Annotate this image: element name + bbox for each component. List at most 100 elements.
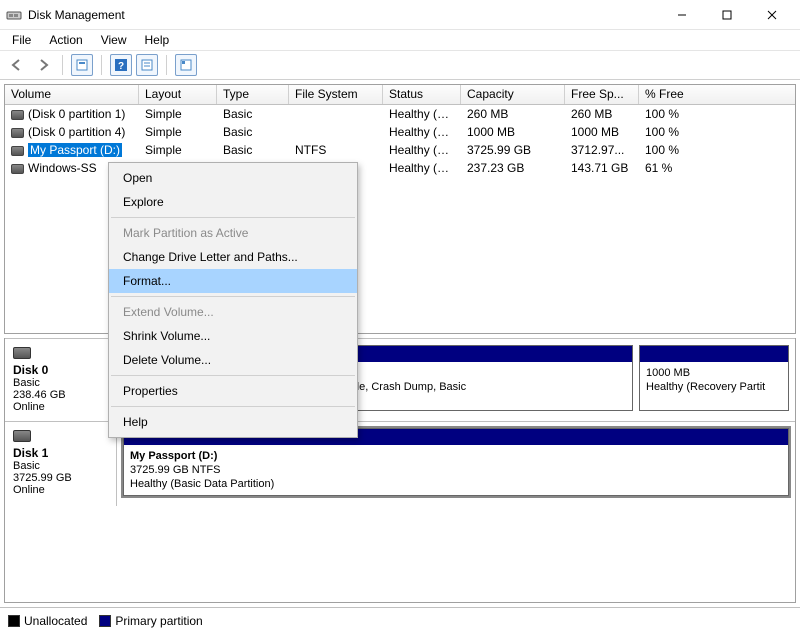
volume-name: Windows-SS bbox=[28, 161, 97, 175]
volume-name: My Passport (D:) bbox=[28, 143, 122, 157]
partition-line: 3725.99 GB NTFS bbox=[130, 463, 782, 477]
window-title: Disk Management bbox=[28, 8, 125, 22]
toolbar-separator bbox=[166, 55, 167, 75]
menu-view[interactable]: View bbox=[93, 31, 135, 49]
legend: Unallocated Primary partition bbox=[0, 607, 800, 633]
menu-file[interactable]: File bbox=[4, 31, 39, 49]
cell-free: 143.71 GB bbox=[565, 161, 639, 175]
menu-help[interactable]: Help bbox=[109, 410, 357, 434]
svg-text:?: ? bbox=[118, 61, 124, 71]
partition-line: 1000 MB bbox=[646, 366, 782, 380]
cell-capacity: 260 MB bbox=[461, 107, 565, 121]
col-capacity[interactable]: Capacity bbox=[461, 85, 565, 104]
partition-line: Healthy (Basic Data Partition) bbox=[130, 477, 782, 491]
cell-status: Healthy (B... bbox=[383, 143, 461, 157]
cell-pct: 61 % bbox=[639, 161, 733, 175]
cell-type: Basic bbox=[217, 125, 289, 139]
col-layout[interactable]: Layout bbox=[139, 85, 217, 104]
disk-name: Disk 1 bbox=[13, 446, 48, 460]
disk-label[interactable]: Disk 1 Basic 3725.99 GB Online bbox=[5, 422, 117, 506]
disk-state: Online bbox=[13, 401, 108, 413]
volume-name: (Disk 0 partition 1) bbox=[28, 107, 125, 121]
partition[interactable]: My Passport (D:) 3725.99 GB NTFS Healthy… bbox=[123, 428, 789, 496]
col-volume[interactable]: Volume bbox=[5, 85, 139, 104]
cell-pct: 100 % bbox=[639, 125, 733, 139]
col-free[interactable]: Free Sp... bbox=[565, 85, 639, 104]
disk-name: Disk 0 bbox=[13, 363, 48, 377]
menu-action[interactable]: Action bbox=[41, 31, 90, 49]
menu-format[interactable]: Format... bbox=[109, 269, 357, 293]
menu-delete[interactable]: Delete Volume... bbox=[109, 348, 357, 372]
disk-type: Basic bbox=[13, 377, 108, 389]
col-filesystem[interactable]: File System bbox=[289, 85, 383, 104]
menu-explore[interactable]: Explore bbox=[109, 190, 357, 214]
table-row[interactable]: (Disk 0 partition 1) Simple Basic Health… bbox=[5, 105, 795, 123]
toolbar-separator bbox=[101, 55, 102, 75]
close-button[interactable] bbox=[749, 0, 794, 30]
cell-status: Healthy (R... bbox=[383, 125, 461, 139]
cell-layout: Simple bbox=[139, 125, 217, 139]
menu-extend: Extend Volume... bbox=[109, 300, 357, 324]
col-status[interactable]: Status bbox=[383, 85, 461, 104]
cell-type: Basic bbox=[217, 143, 289, 157]
minimize-button[interactable] bbox=[659, 0, 704, 30]
disk-icon bbox=[13, 347, 31, 359]
toolbar-separator bbox=[62, 55, 63, 75]
disk-size: 238.46 GB bbox=[13, 389, 108, 401]
disk-icon bbox=[11, 110, 24, 120]
toolbar-button-1[interactable] bbox=[71, 54, 93, 76]
cell-type: Basic bbox=[217, 107, 289, 121]
cell-capacity: 1000 MB bbox=[461, 125, 565, 139]
menu-shrink[interactable]: Shrink Volume... bbox=[109, 324, 357, 348]
disk-icon bbox=[11, 128, 24, 138]
forward-button[interactable] bbox=[32, 54, 54, 76]
app-icon bbox=[6, 7, 22, 23]
cell-capacity: 237.23 GB bbox=[461, 161, 565, 175]
menu-separator bbox=[111, 406, 355, 407]
context-menu: Open Explore Mark Partition as Active Ch… bbox=[108, 162, 358, 438]
help-button[interactable]: ? bbox=[110, 54, 132, 76]
cell-pct: 100 % bbox=[639, 107, 733, 121]
disk-type: Basic bbox=[13, 460, 108, 472]
menubar: File Action View Help bbox=[0, 30, 800, 50]
table-header: Volume Layout Type File System Status Ca… bbox=[5, 85, 795, 105]
menu-properties[interactable]: Properties bbox=[109, 379, 357, 403]
cell-status: Healthy (E... bbox=[383, 107, 461, 121]
menu-separator bbox=[111, 296, 355, 297]
volume-name: (Disk 0 partition 4) bbox=[28, 125, 125, 139]
cell-status: Healthy (B... bbox=[383, 161, 461, 175]
toolbar-button-3[interactable] bbox=[175, 54, 197, 76]
cell-fs: NTFS bbox=[289, 143, 383, 157]
disk-size: 3725.99 GB bbox=[13, 472, 108, 484]
disk-state: Online bbox=[13, 484, 108, 496]
cell-capacity: 3725.99 GB bbox=[461, 143, 565, 157]
col-percent[interactable]: % Free bbox=[639, 85, 733, 104]
legend-label: Primary partition bbox=[115, 614, 202, 628]
menu-mark-active: Mark Partition as Active bbox=[109, 221, 357, 245]
menu-change-letter[interactable]: Change Drive Letter and Paths... bbox=[109, 245, 357, 269]
toolbar: ? bbox=[0, 50, 800, 80]
maximize-button[interactable] bbox=[704, 0, 749, 30]
swatch-icon bbox=[99, 615, 111, 627]
col-type[interactable]: Type bbox=[217, 85, 289, 104]
cell-free: 3712.97... bbox=[565, 143, 639, 157]
disk-icon bbox=[11, 164, 24, 174]
menu-help[interactable]: Help bbox=[137, 31, 178, 49]
cell-layout: Simple bbox=[139, 107, 217, 121]
table-row[interactable]: (Disk 0 partition 4) Simple Basic Health… bbox=[5, 123, 795, 141]
legend-item: Unallocated bbox=[8, 614, 87, 628]
cell-pct: 100 % bbox=[639, 143, 733, 157]
cell-layout: Simple bbox=[139, 143, 217, 157]
back-button[interactable] bbox=[6, 54, 28, 76]
toolbar-button-2[interactable] bbox=[136, 54, 158, 76]
titlebar: Disk Management bbox=[0, 0, 800, 30]
cell-free: 260 MB bbox=[565, 107, 639, 121]
legend-item: Primary partition bbox=[99, 614, 202, 628]
menu-open[interactable]: Open bbox=[109, 166, 357, 190]
disk-icon bbox=[13, 430, 31, 442]
partition[interactable]: 1000 MB Healthy (Recovery Partit bbox=[639, 345, 789, 411]
disk-label[interactable]: Disk 0 Basic 238.46 GB Online bbox=[5, 339, 117, 421]
disk-icon bbox=[11, 146, 24, 156]
table-row[interactable]: My Passport (D:) Simple Basic NTFS Healt… bbox=[5, 141, 795, 159]
menu-separator bbox=[111, 375, 355, 376]
